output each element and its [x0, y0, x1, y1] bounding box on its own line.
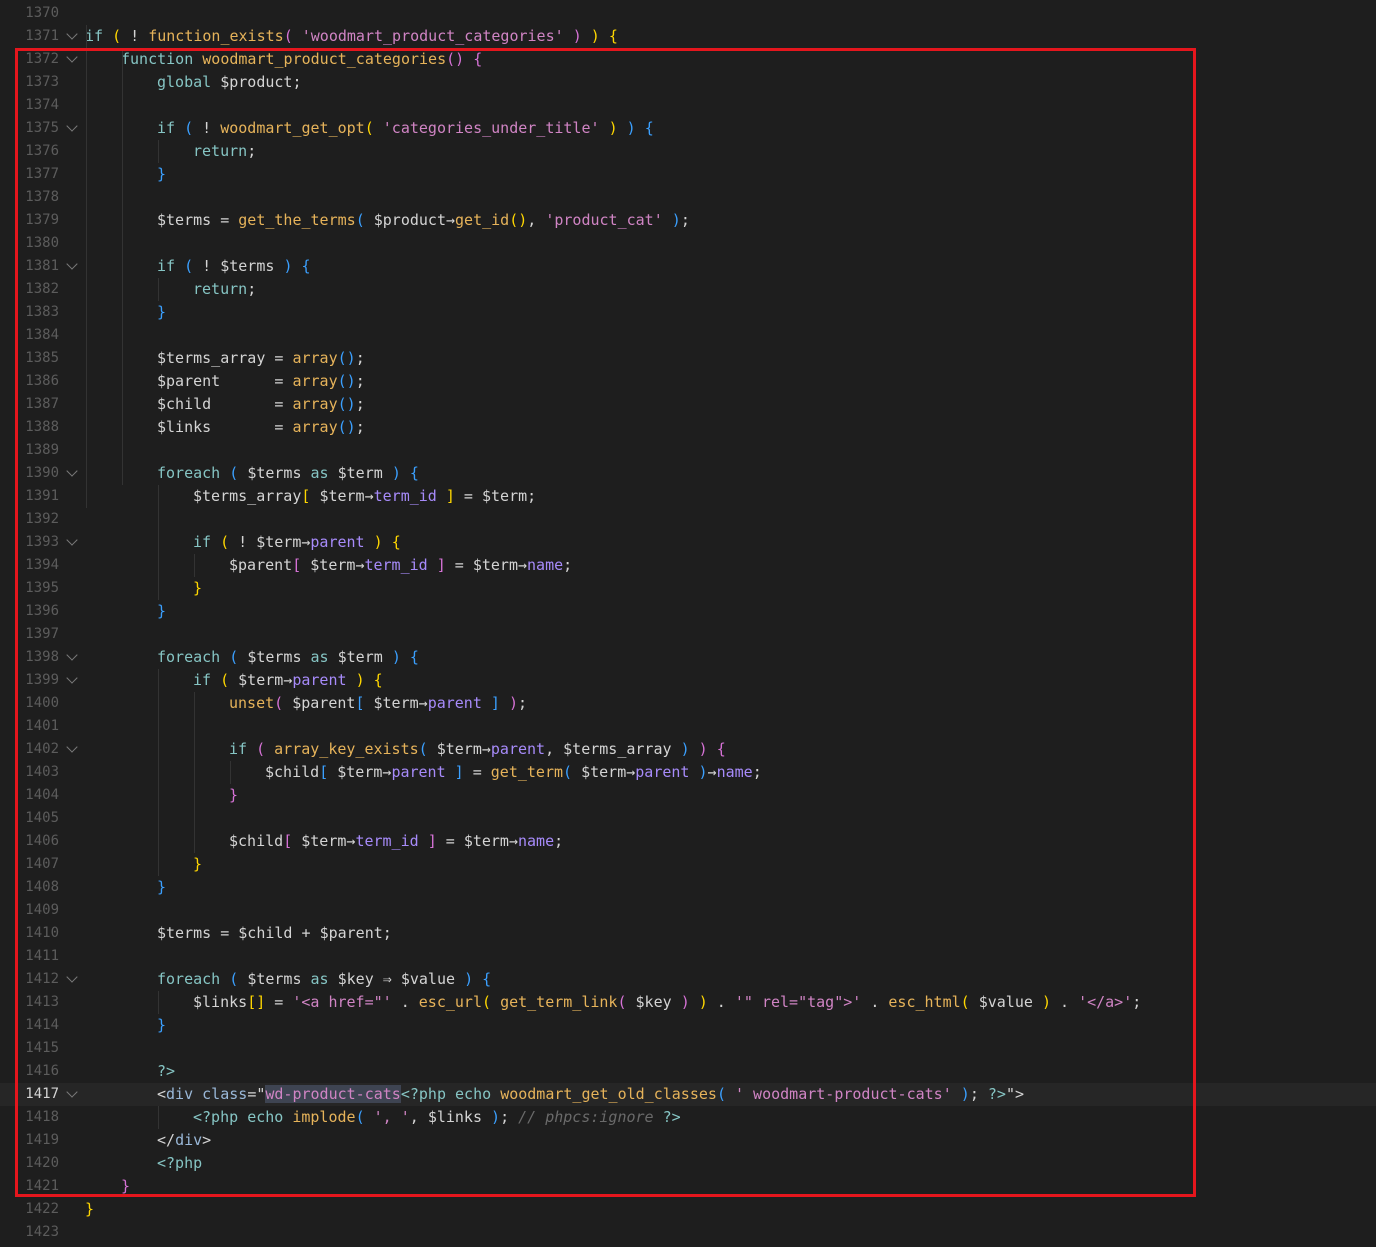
code-line[interactable]: 1422} — [0, 1198, 1376, 1221]
code-token: ( — [283, 27, 293, 45]
code-line[interactable]: 1370 — [0, 2, 1376, 25]
highlight-box — [15, 48, 1196, 1197]
code-text[interactable]: if ( ! function_exists( 'woodmart_produc… — [85, 25, 618, 48]
code-token: 'woodmart_product_categories' — [301, 27, 564, 45]
line-number[interactable]: 1423 — [0, 1221, 59, 1244]
code-token: { — [608, 27, 618, 45]
line-number[interactable]: 1422 — [0, 1198, 59, 1221]
code-line[interactable]: 1371 if ( ! function_exists( 'woodmart_pr… — [0, 25, 1376, 48]
code-token: if — [85, 27, 104, 45]
line-number[interactable]: 1370 — [0, 2, 59, 25]
code-token: ) — [590, 27, 600, 45]
code-token: function_exists — [148, 27, 284, 45]
code-line[interactable]: 1423 — [0, 1221, 1376, 1244]
code-token: ) — [572, 27, 582, 45]
fold-chevron-icon[interactable] — [66, 28, 78, 40]
code-token: } — [85, 1200, 95, 1218]
code-text[interactable]: } — [85, 1198, 94, 1221]
code-token: ! — [121, 27, 149, 45]
line-number[interactable]: 1371 — [0, 25, 59, 48]
code-token: ( — [112, 27, 122, 45]
